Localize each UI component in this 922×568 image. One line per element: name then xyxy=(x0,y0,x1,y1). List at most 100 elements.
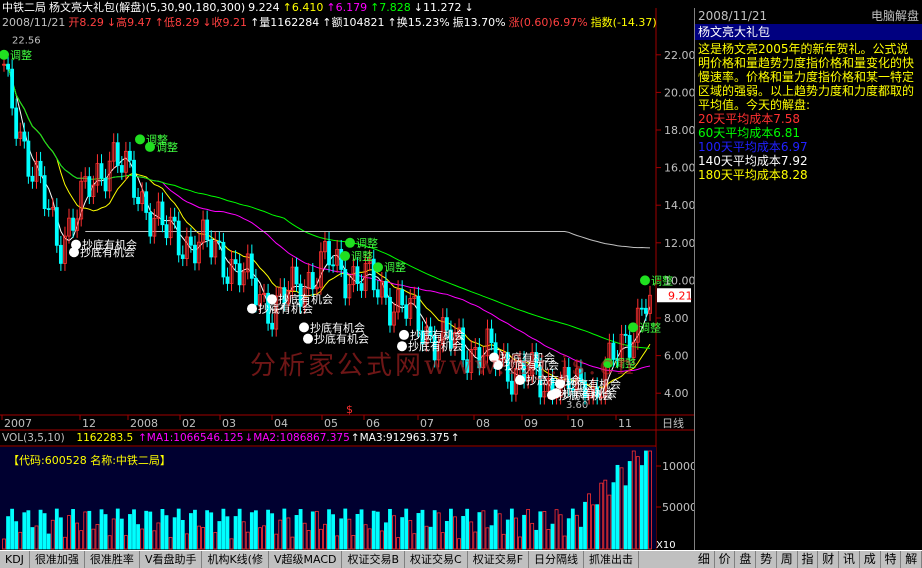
candle-body xyxy=(331,264,335,267)
cost-line-0: 20天平均成本7.58 xyxy=(698,112,800,126)
candle-body xyxy=(58,244,63,264)
header-item-6: ↓11.272 xyxy=(413,1,462,14)
vol-bar xyxy=(217,521,222,550)
vol-bar xyxy=(209,512,214,550)
candle-body xyxy=(46,208,51,210)
candle-body xyxy=(416,295,421,332)
price-label: 18.00 xyxy=(664,124,694,137)
view-tabs: 细价盘势周指财讯成特解 xyxy=(694,550,922,568)
vol-bar xyxy=(164,515,169,550)
vol-bar xyxy=(339,518,344,550)
vol-bar xyxy=(180,519,185,550)
vol-bar xyxy=(570,508,575,550)
vol-bar xyxy=(388,508,392,550)
view-tab-4[interactable]: 周 xyxy=(777,551,798,568)
view-tab-3[interactable]: 势 xyxy=(756,551,777,568)
tab-2[interactable]: 很准胜率 xyxy=(85,551,140,568)
candle-body xyxy=(71,217,75,231)
candle-body xyxy=(132,159,136,198)
tab-6[interactable]: 权证交易B xyxy=(342,551,406,568)
tab-1[interactable]: 很准加强 xyxy=(30,551,85,568)
header-item-4: ↑6.179 xyxy=(326,1,368,14)
candle-body xyxy=(99,163,104,179)
candle-body xyxy=(87,176,92,197)
vol-bar xyxy=(298,509,303,550)
vol-bar xyxy=(172,517,177,550)
vol-bar xyxy=(644,450,648,550)
candle-body xyxy=(509,380,514,395)
vol-bar xyxy=(371,510,376,550)
candle-body xyxy=(644,307,648,314)
candle-body xyxy=(359,283,364,291)
tab-7[interactable]: 权证交易C xyxy=(405,551,468,568)
candle-body xyxy=(14,107,19,139)
candle-body xyxy=(164,224,169,239)
tab-10[interactable]: 抓准出击 xyxy=(584,551,640,568)
vol-bar xyxy=(583,501,587,550)
panel-description: 这是杨文亮2005年的新年贺礼。公式说明价格和量趋势力度指价格和量变化的快慢速率… xyxy=(698,42,915,112)
vol-bar xyxy=(282,508,287,550)
view-tab-0[interactable]: 细 xyxy=(694,551,715,568)
vol-bar xyxy=(489,525,494,550)
quote-item-7: ↑换15.23% xyxy=(387,16,450,29)
vol-bar xyxy=(6,516,10,550)
header-item-3: ↑6.410 xyxy=(282,1,324,14)
view-tab-9[interactable]: 特 xyxy=(881,551,902,568)
view-tab-1[interactable]: 价 xyxy=(715,551,736,568)
tab-4[interactable]: 机构K线(修 xyxy=(202,551,269,568)
vol-bar xyxy=(359,509,364,550)
time-label-9: 08 xyxy=(476,417,490,430)
quote-item-9: 涨(0.60)6.97% xyxy=(508,16,588,29)
header-item-7: ↓ xyxy=(464,1,474,14)
indicator-header: 中铁二局 杨文亮大礼包(解盘)(5,30,90,180,300) 9.224 ↑6.4… xyxy=(0,0,660,34)
tab-5[interactable]: V超级MACD xyxy=(269,551,343,568)
vol-info: 【代码:600528 名称:中铁二局】 xyxy=(8,453,171,467)
panel-title[interactable]: 杨文亮大礼包 xyxy=(695,24,922,40)
vol-bar xyxy=(444,520,449,550)
view-tab-7[interactable]: 讯 xyxy=(839,551,860,568)
quote-item-0: 2008/11/21 xyxy=(2,16,66,29)
vol-bar xyxy=(58,517,63,550)
tab-0[interactable]: KDJ xyxy=(0,551,30,568)
vol-bar xyxy=(38,509,43,550)
vol-bar xyxy=(136,524,140,550)
candle-body xyxy=(388,296,392,326)
price-label: 16.00 xyxy=(664,162,694,175)
kline-chart[interactable]: 22.563.60调整调整调整调整调整调整调整调整调整抄底有机会抄底有机会抄底有… xyxy=(0,0,694,550)
vol-bar xyxy=(205,510,210,550)
tab-8[interactable]: 权证交易F xyxy=(468,551,530,568)
view-tab-10[interactable]: 解 xyxy=(901,551,922,568)
vol-bar xyxy=(343,508,348,550)
view-tab-6[interactable]: 财 xyxy=(818,551,840,568)
quote-item-6: ↑额104821 xyxy=(322,16,385,29)
candle-body xyxy=(225,276,230,284)
panel-mode[interactable]: 电脑解盘 xyxy=(871,8,919,24)
vol-bar xyxy=(375,511,380,550)
vol-bar xyxy=(400,517,405,550)
vol-bar xyxy=(538,511,543,550)
candle-body xyxy=(489,328,494,344)
header-item-2: 9.224 xyxy=(248,1,280,14)
vol-bar xyxy=(42,513,47,550)
candle-body xyxy=(209,239,214,258)
bottom-dot xyxy=(69,247,79,258)
vol-bar xyxy=(611,482,616,550)
quote-item-4: ↓收9.21 xyxy=(202,16,248,29)
candle-body xyxy=(103,177,108,192)
time-label-12: 11 xyxy=(618,417,632,430)
view-tab-2[interactable]: 盘 xyxy=(735,551,757,568)
vol-bar xyxy=(550,523,555,550)
view-tab-5[interactable]: 指 xyxy=(798,551,819,568)
tab-9[interactable]: 日分隔线 xyxy=(529,551,585,568)
vol-bar xyxy=(465,508,470,550)
candle-body xyxy=(136,196,140,205)
bottom-dot xyxy=(247,303,257,314)
view-tab-8[interactable]: 成 xyxy=(860,551,881,568)
candle-body xyxy=(115,142,120,166)
candle-body xyxy=(172,216,177,222)
vol-bar xyxy=(160,509,165,550)
price-label: 14.00 xyxy=(664,199,694,212)
tab-3[interactable]: V看盘助手 xyxy=(140,551,203,568)
vol-bar xyxy=(144,510,149,550)
cost-line-1: 60天平均成本6.81 xyxy=(698,126,800,140)
